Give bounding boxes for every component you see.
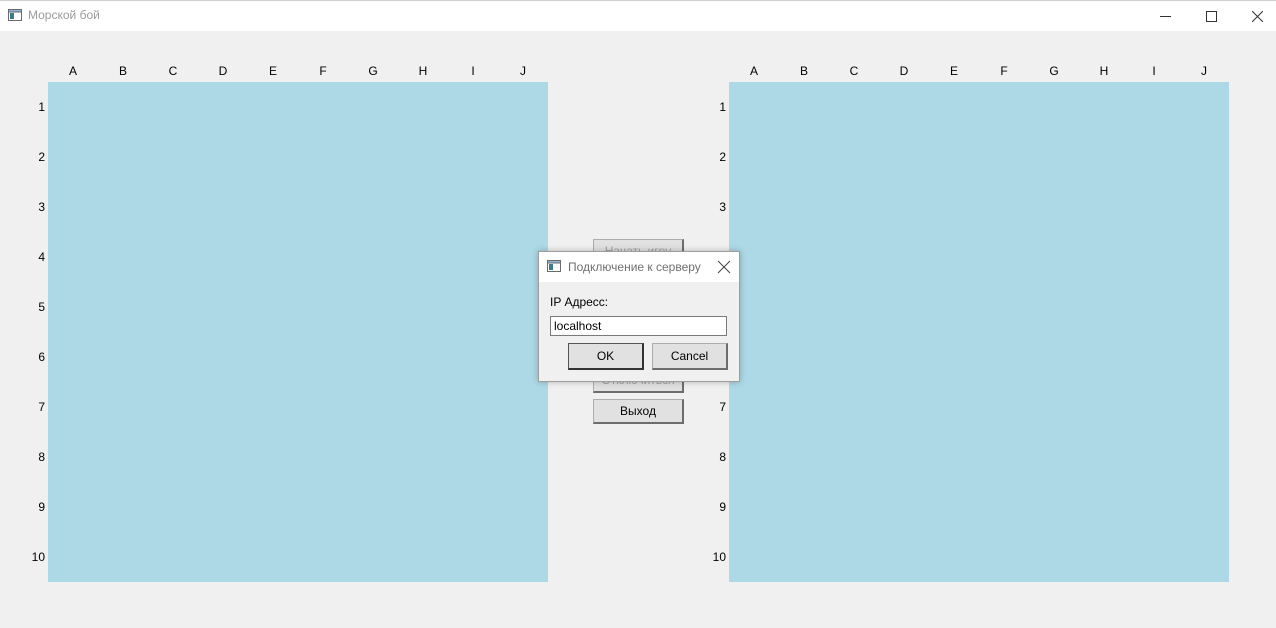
column-label: J — [520, 64, 526, 78]
row-label: 8 — [719, 450, 726, 464]
column-label: G — [368, 64, 378, 78]
column-label: D — [899, 64, 909, 78]
row-labels: 1 2 3 4 5 6 7 8 9 10 — [28, 82, 48, 582]
dialog-title-bar[interactable]: Подключение к серверу — [539, 252, 739, 282]
row-label: 4 — [38, 250, 45, 264]
row-label: 8 — [38, 450, 45, 464]
window-title-bar[interactable]: Морской бой — [0, 0, 1276, 31]
exit-button[interactable]: Выход — [593, 399, 684, 424]
close-icon — [1252, 11, 1263, 22]
column-label: A — [68, 64, 77, 78]
minimize-icon — [1160, 16, 1171, 17]
dialog-window-icon — [547, 260, 561, 272]
column-label: B — [118, 64, 127, 78]
row-label: 7 — [719, 400, 726, 414]
row-label: 9 — [719, 500, 726, 514]
column-label: H — [1099, 64, 1109, 78]
column-label: B — [799, 64, 808, 78]
player-board: A B C D E F G H I J 1 2 3 4 5 6 7 8 9 10 — [28, 60, 548, 582]
close-button[interactable] — [1234, 1, 1276, 31]
column-label: A — [749, 64, 758, 78]
row-label: 9 — [38, 500, 45, 514]
ok-button[interactable]: OK — [568, 343, 644, 370]
player-grid[interactable] — [48, 82, 548, 582]
column-labels: A B C D E F G H I J — [48, 60, 548, 82]
maximize-button[interactable] — [1188, 1, 1234, 31]
row-label: 5 — [38, 300, 45, 314]
ip-address-input[interactable] — [550, 316, 727, 336]
column-label: I — [1152, 64, 1156, 78]
enemy-board: ABCDEFGHIJ 12345678910 — [709, 60, 1229, 582]
column-labels: A B C D E F G H I J — [729, 60, 1229, 82]
column-label: C — [849, 64, 859, 78]
row-label: 3 — [38, 200, 45, 214]
maximize-icon — [1206, 11, 1217, 22]
dialog-title: Подключение к серверу — [568, 260, 701, 274]
column-label: F — [1000, 64, 1008, 78]
close-icon[interactable] — [715, 258, 733, 276]
cancel-button[interactable]: Cancel — [652, 343, 728, 370]
row-label: 2 — [38, 150, 45, 164]
column-label: I — [471, 64, 475, 78]
row-label: 10 — [31, 550, 45, 564]
enemy-grid[interactable] — [729, 82, 1229, 582]
column-label: F — [319, 64, 327, 78]
connect-dialog: Подключение к серверу IP Адресс: OK Canc… — [538, 251, 740, 382]
row-label: 10 — [712, 550, 726, 564]
minimize-button[interactable] — [1142, 1, 1188, 31]
column-label: C — [168, 64, 178, 78]
app-window-icon — [8, 9, 22, 21]
column-label: J — [1201, 64, 1207, 78]
row-label: 1 — [38, 100, 45, 114]
column-label: E — [268, 64, 277, 78]
column-label: H — [418, 64, 428, 78]
row-label: 1 — [719, 100, 726, 114]
row-label: 6 — [38, 350, 45, 364]
row-label: 3 — [719, 200, 726, 214]
row-label: 2 — [719, 150, 726, 164]
ip-address-label: IP Адресс: — [550, 295, 609, 309]
row-label: 7 — [38, 400, 45, 414]
column-label: E — [949, 64, 958, 78]
column-label: D — [218, 64, 228, 78]
column-label: G — [1049, 64, 1059, 78]
window-title: Морской бой — [28, 8, 100, 22]
